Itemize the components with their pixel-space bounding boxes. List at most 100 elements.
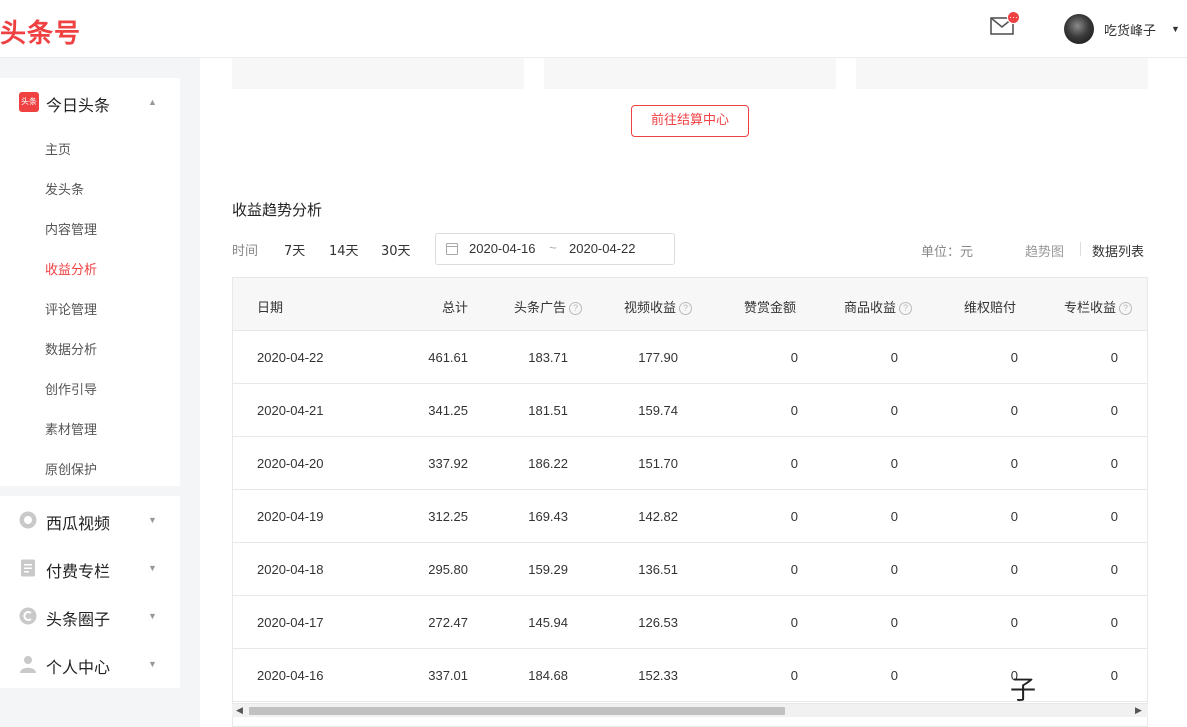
avatar[interactable] — [1064, 14, 1094, 44]
cell-value: 0 — [790, 562, 798, 577]
cell-date: 2020-04-18 — [257, 562, 324, 577]
cell-value: 272.47 — [428, 615, 468, 630]
main-panel: 前往结算中心 收益趋势分析 时间 7天 14天 30天 2020-04-16 ~… — [200, 58, 1187, 727]
chevron-down-icon[interactable]: ▼ — [1171, 24, 1180, 34]
cell-value: 0 — [1110, 668, 1118, 683]
sidebar-group-label: 头条圈子 — [46, 610, 111, 629]
toutiao-icon: 头条 — [19, 92, 39, 112]
help-icon[interactable]: ? — [679, 302, 693, 315]
cell-value: 152.33 — [638, 668, 678, 683]
chevron-down-icon: ▼ — [148, 659, 157, 669]
range-30-days-button[interactable]: 30天 — [381, 240, 411, 259]
table-row: 2020-04-21 341.25 181.51 159.74 0 0 0 0 — [233, 384, 1147, 437]
column-header-rights-compensation: 维权赔付 — [964, 301, 1017, 316]
sidebar-item-home[interactable]: 主页 — [45, 139, 71, 158]
cell-value: 0 — [1010, 509, 1018, 524]
cell-value: 0 — [890, 562, 898, 577]
help-icon[interactable]: ? — [1119, 302, 1133, 315]
sidebar-group-xigua[interactable]: 西瓜视频 ▼ — [0, 496, 180, 544]
trend-chart-toggle[interactable]: 趋势图 — [1025, 241, 1064, 260]
sidebar-group-paid-column[interactable]: 付费专栏 ▼ — [0, 544, 180, 592]
play-circle-icon — [19, 511, 37, 529]
person-icon — [20, 656, 36, 673]
cell-date: 2020-04-17 — [257, 615, 324, 630]
table-row: 2020-04-19 312.25 169.43 142.82 0 0 0 0 — [233, 490, 1147, 543]
cell-value: 0 — [1110, 456, 1118, 471]
sidebar-item-materials[interactable]: 素材管理 — [45, 419, 97, 438]
cell-value: 0 — [890, 615, 898, 630]
cell-value: 0 — [1010, 350, 1018, 365]
column-header-date: 日期 — [257, 301, 284, 316]
cell-value: 0 — [890, 350, 898, 365]
column-header-video-revenue: 视频收益? — [624, 297, 693, 316]
cell-value: 341.25 — [428, 403, 468, 418]
cell-value: 337.92 — [428, 456, 468, 471]
divider — [1080, 242, 1081, 256]
sidebar-group-label: 西瓜视频 — [46, 514, 111, 533]
sidebar-group-personal-center[interactable]: 个人中心 ▼ — [0, 640, 180, 688]
table-row: 2020-04-20 337.92 186.22 151.70 0 0 0 0 — [233, 437, 1147, 490]
date-range-picker[interactable]: 2020-04-16 ~ 2020-04-22 — [435, 233, 675, 265]
cell-value: 184.68 — [528, 668, 568, 683]
sidebar-item-post[interactable]: 发头条 — [45, 179, 84, 198]
cell-value: 312.25 — [428, 509, 468, 524]
sidebar-item-creation-guide[interactable]: 创作引导 — [45, 379, 97, 398]
cell-value: 0 — [1010, 403, 1018, 418]
cell-value: 169.43 — [528, 509, 568, 524]
sidebar-item-comment-management[interactable]: 评论管理 — [45, 299, 97, 318]
cell-value: 0 — [1010, 456, 1018, 471]
cell-value: 177.90 — [638, 350, 678, 365]
cell-value: 0 — [1110, 509, 1118, 524]
data-list-toggle[interactable]: 数据列表 — [1092, 241, 1144, 260]
cell-value: 136.51 — [638, 562, 678, 577]
table-row: 2020-04-18 295.80 159.29 136.51 0 0 0 0 — [233, 543, 1147, 596]
top-bar: 头条号 ··· 吃货峰子 ▼ — [0, 0, 1187, 58]
range-7-days-button[interactable]: 7天 — [284, 240, 305, 259]
cell-value: 159.74 — [638, 403, 678, 418]
sidebar-group-toutiao[interactable]: 今日头条 — [46, 92, 110, 116]
scrollbar-thumb[interactable] — [249, 707, 785, 715]
cell-value: 0 — [790, 509, 798, 524]
sidebar-group-label: 付费专栏 — [46, 562, 111, 581]
sidebar-item-revenue-analysis[interactable]: 收益分析 — [45, 259, 97, 278]
username[interactable]: 吃货峰子 — [1104, 20, 1156, 39]
cell-value: 0 — [790, 403, 798, 418]
range-14-days-button[interactable]: 14天 — [329, 240, 359, 259]
table-row: 2020-04-22 461.61 183.71 177.90 0 0 0 0 — [233, 331, 1147, 384]
calendar-icon — [446, 243, 458, 255]
document-icon — [21, 559, 35, 577]
cell-date: 2020-04-22 — [257, 350, 324, 365]
notification-badge: ··· — [1007, 11, 1020, 24]
cell-value: 151.70 — [638, 456, 678, 471]
settlement-center-button[interactable]: 前往结算中心 — [631, 105, 749, 137]
cell-date: 2020-04-21 — [257, 403, 324, 418]
sidebar-item-original-protection[interactable]: 原创保护 — [45, 459, 97, 478]
date-end: 2020-04-22 — [569, 241, 636, 256]
sidebar-item-content-management[interactable]: 内容管理 — [45, 219, 97, 238]
toutiaohao-logo[interactable]: 头条号 — [0, 13, 81, 50]
column-header-tips: 赞赏金额 — [744, 301, 797, 316]
help-icon[interactable]: ? — [569, 302, 583, 315]
cell-value: 142.82 — [638, 509, 678, 524]
help-icon[interactable]: ? — [899, 302, 913, 315]
cell-value: 0 — [890, 403, 898, 418]
scroll-right-arrow[interactable]: ▶ — [1135, 705, 1142, 716]
revenue-table: 日期 总计 头条广告? 视频收益? 赞赏金额 商品收益? 维权赔付 专栏收益? … — [232, 277, 1148, 727]
date-separator: ~ — [549, 240, 557, 255]
cell-value: 186.22 — [528, 456, 568, 471]
sidebar-item-data-analysis[interactable]: 数据分析 — [45, 339, 97, 358]
column-header-product-revenue: 商品收益? — [844, 297, 913, 316]
chevron-down-icon: ▼ — [148, 563, 157, 573]
scroll-left-arrow[interactable]: ◀ — [236, 705, 243, 716]
sidebar-group-label: 个人中心 — [46, 658, 111, 677]
circle-c-icon — [19, 607, 37, 625]
chevron-down-icon: ▼ — [148, 611, 157, 621]
chevron-up-icon[interactable]: ▲ — [148, 97, 157, 107]
cell-date: 2020-04-19 — [257, 509, 324, 524]
sidebar-group-circles[interactable]: 头条圈子 ▼ — [0, 592, 180, 640]
cell-value: 0 — [890, 456, 898, 471]
cell-date: 2020-04-20 — [257, 456, 324, 471]
cell-value: 337.01 — [428, 668, 468, 683]
cell-date: 2020-04-16 — [257, 668, 324, 683]
cell-value: 0 — [890, 668, 898, 683]
